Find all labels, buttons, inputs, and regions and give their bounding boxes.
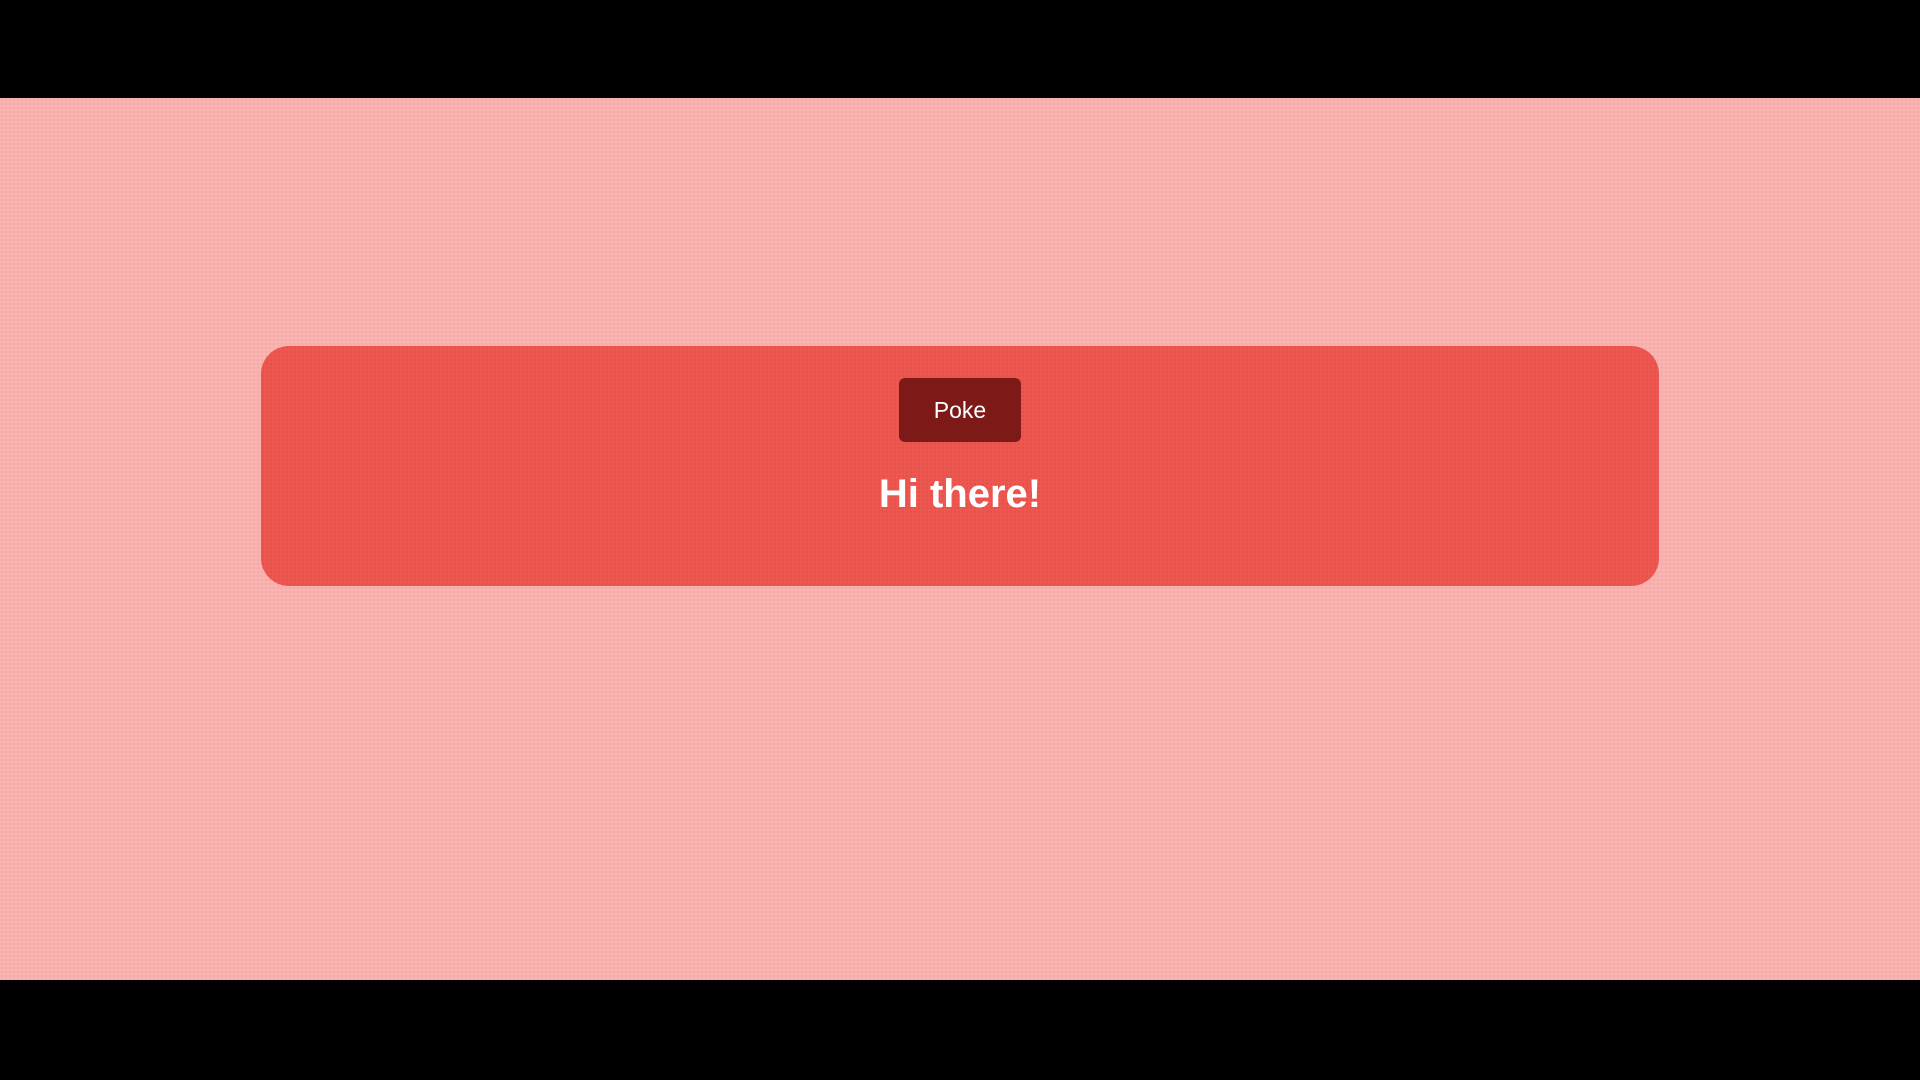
letterbox-top <box>0 0 1920 98</box>
greeting-heading: Hi there! <box>878 472 1042 516</box>
poke-button[interactable]: Poke <box>899 378 1021 442</box>
letterbox-bottom <box>0 980 1920 1080</box>
greeting-card: Poke Hi there! <box>261 346 1659 586</box>
page-viewport: Poke Hi there! <box>0 98 1920 980</box>
